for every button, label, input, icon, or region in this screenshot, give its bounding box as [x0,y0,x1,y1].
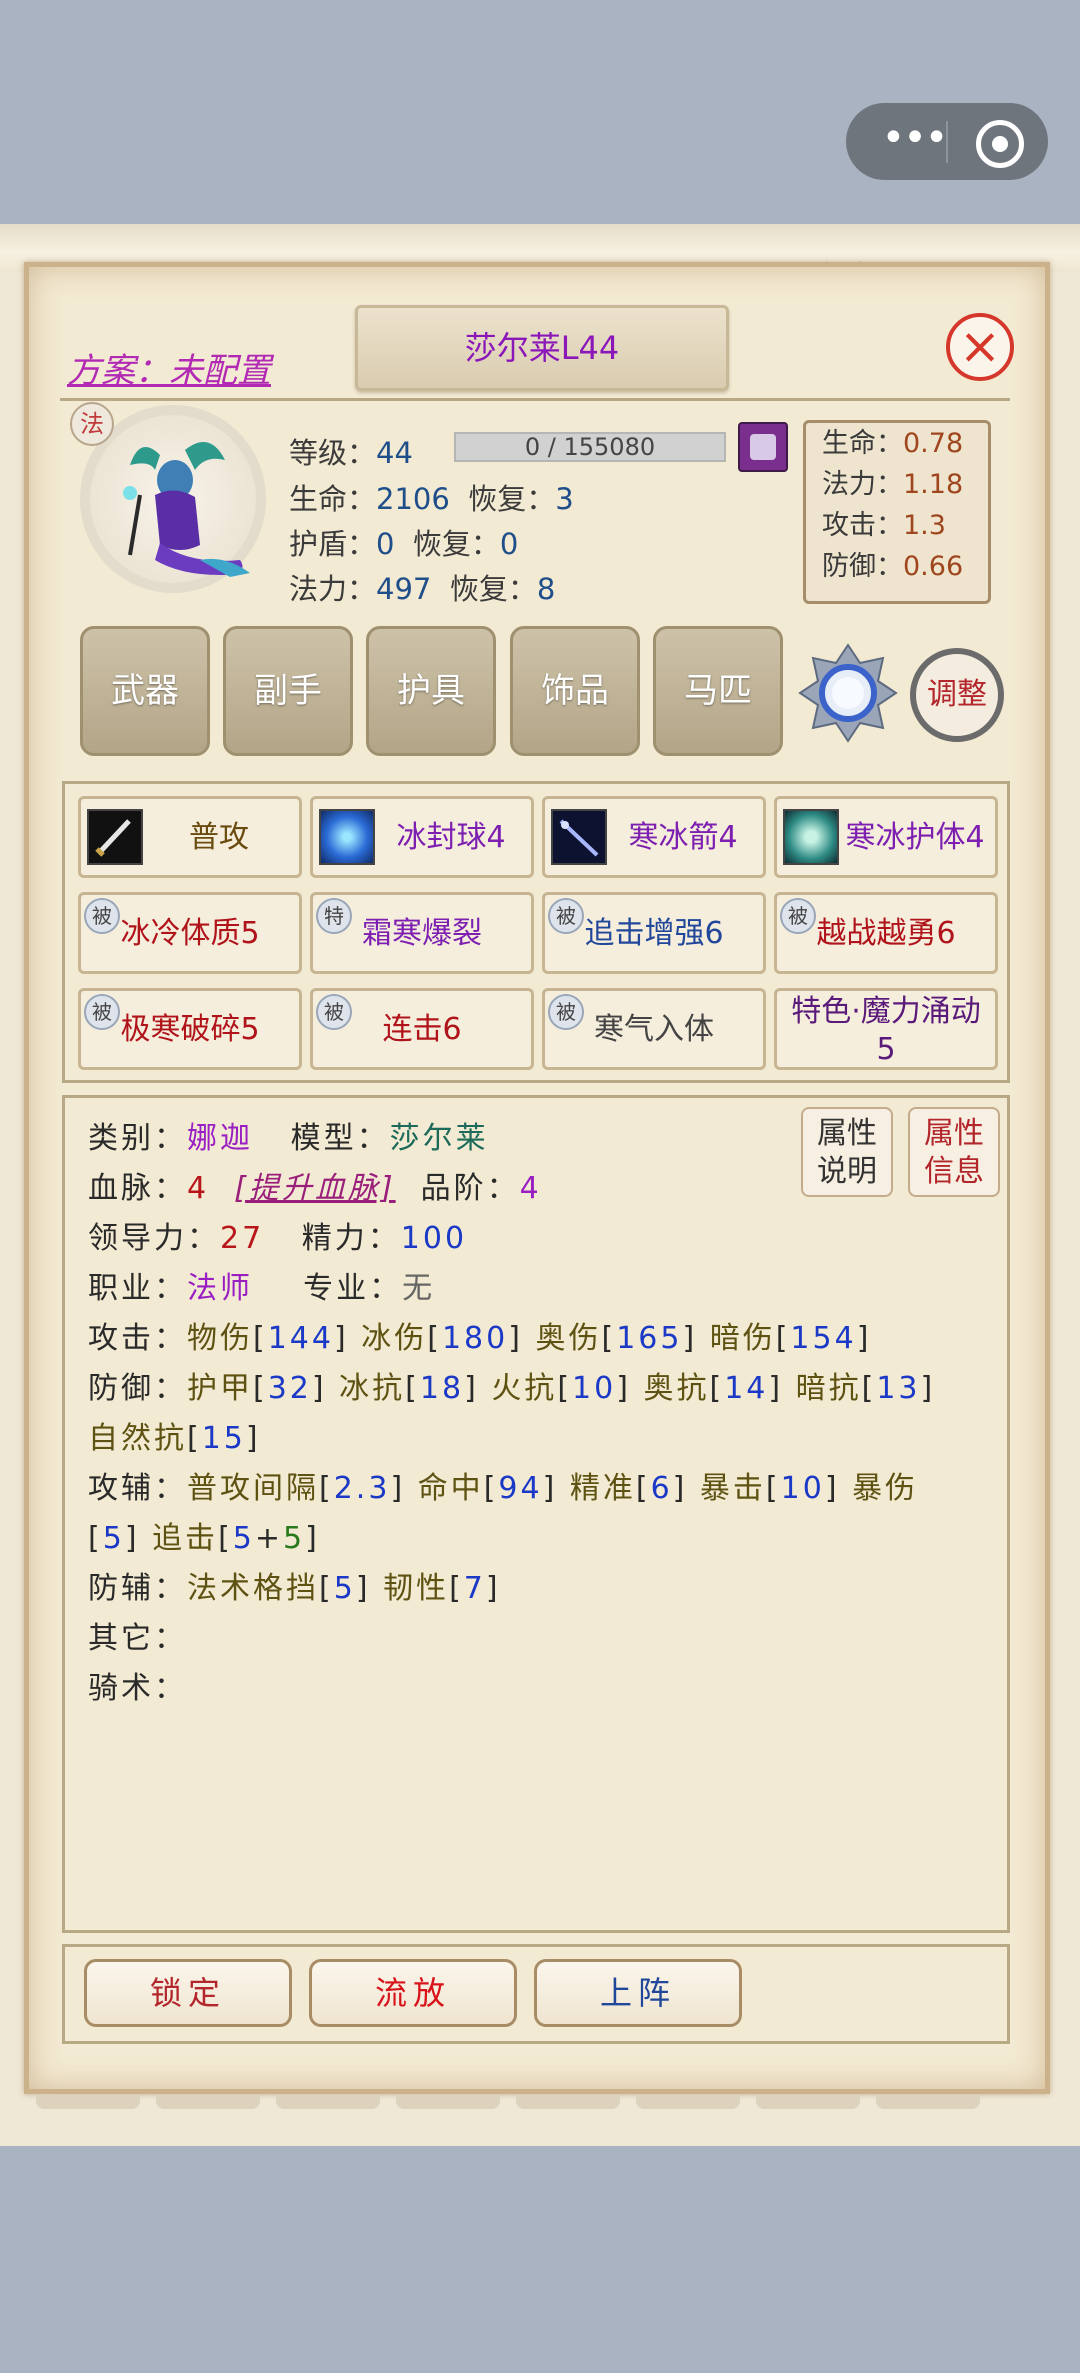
skill-book-icon[interactable] [738,422,788,472]
sword-icon [87,809,143,865]
equip-slot-mount[interactable]: 马匹 [653,626,783,756]
exp-bar: 0 / 155080 [454,432,726,462]
level-value: 44 [376,436,413,470]
naga-sorceress-image [123,442,250,577]
skill-slot[interactable]: 被 连击6 [310,988,534,1070]
capsule-divider [946,121,948,163]
shield-row: 护盾：0 恢复：0 [289,527,519,561]
hero-name: 莎尔莱L44 [464,329,620,367]
plan-config-link[interactable]: 方案：未配置 [67,343,271,392]
skill-slot[interactable]: 被 追击增强6 [542,892,766,974]
adjust-button[interactable]: 调整 [910,648,1004,742]
skill-slot[interactable]: 特 霜寒爆裂 [310,892,534,974]
attribute-explain-button[interactable]: 属性说明 [801,1107,893,1197]
category-row: 类别：娜迦 模型：莎尔莱 [88,1121,489,1156]
skill-slot[interactable]: 被 越战越勇6 [774,892,998,974]
skill-slot[interactable]: 冰封球4 [310,796,534,878]
ice-arrow-icon [551,809,607,865]
defense-row-cont: 自然抗[15] [88,1421,261,1456]
lock-button[interactable]: 锁定 [84,1959,292,2027]
deploy-button[interactable]: 上阵 [534,1959,742,2027]
growth-panel: 生命：0.78 法力：1.18 攻击：1.3 防御：0.66 [803,420,991,604]
riding-row: 骑术： [88,1671,187,1706]
leadership-row: 领导力：27 精力：100 [88,1221,468,1256]
defense-row: 防御：护甲[32] 冰抗[18] 火抗[10] 奥抗[14] 暗抗[13] [88,1371,936,1406]
hero-name-banner: 莎尔莱L44 [355,305,729,391]
more-icon[interactable]: ••• [874,103,954,180]
skill-slot[interactable]: 被 冰冷体质5 [78,892,302,974]
growth-mana: 法力：1.18 [822,469,964,500]
growth-attack: 攻击：1.3 [822,510,946,541]
hidden-tabs [36,2094,1036,2109]
skill-slot[interactable]: 普攻 [78,796,302,878]
exile-button[interactable]: 流放 [309,1959,517,2027]
equip-slot-weapon[interactable]: 武器 [80,626,210,756]
skill-slot[interactable]: 被 寒气入体 [542,988,766,1070]
header-divider [60,398,1010,401]
skill-slot[interactable]: 特色·魔力涌动5 [774,988,998,1070]
attack-row: 攻击：物伤[144] 冰伤[180] 奥伤[165] 暗伤[154] [88,1321,872,1356]
hp-row: 生命：2106 恢复：3 [289,482,574,516]
miniprogram-capsule: ••• [846,103,1048,180]
skill-slot[interactable]: 被 极寒破碎5 [78,988,302,1070]
defense-assist-row: 防辅：法术格挡[5] 韧性[7] [88,1571,501,1606]
attribute-info-button[interactable]: 属性信息 [908,1107,1000,1197]
emblem-icon[interactable] [798,643,898,743]
level-row: 等级：44 [289,436,413,470]
other-row: 其它： [88,1621,187,1656]
ice-armor-icon [783,809,839,865]
bloodline-row: 血脉：4 [提升血脉] 品阶：4 [88,1171,542,1206]
skill-slot[interactable]: 寒冰护体4 [774,796,998,878]
equip-slot-armor[interactable]: 护具 [366,626,496,756]
equip-slot-offhand[interactable]: 副手 [223,626,353,756]
ice-orb-icon [319,809,375,865]
skill-slot[interactable]: 寒冰箭4 [542,796,766,878]
close-button[interactable]: × [946,313,1014,381]
close-miniprogram-icon[interactable] [976,120,1024,168]
job-row: 职业：法师 专业：无 [88,1271,436,1306]
mana-row: 法力：497 恢复：8 [289,572,556,606]
upgrade-bloodline-link[interactable]: [提升血脉] [234,1171,395,1206]
class-badge: 法 [70,402,114,446]
growth-defense: 防御：0.66 [822,551,964,582]
equip-slot-accessory[interactable]: 饰品 [510,626,640,756]
attack-assist-row: 攻辅：普攻间隔[2.3] 命中[94] 精准[6] 暴击[10] 暴伤 [88,1471,919,1506]
attack-assist-row-cont: [5] 追击[5+5] [88,1521,320,1556]
growth-hp: 生命：0.78 [822,428,964,459]
close-icon: × [959,317,1001,375]
